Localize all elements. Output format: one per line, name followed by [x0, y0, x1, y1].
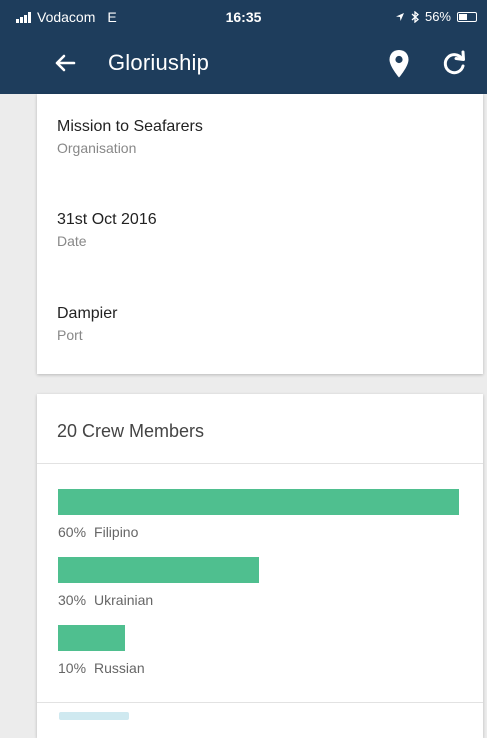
date-value: 31st Oct 2016 — [57, 211, 157, 228]
port-value: Dampier — [57, 305, 118, 322]
bluetooth-icon — [411, 10, 419, 23]
crew-nationality: Filipino — [94, 524, 139, 540]
port-label: Port — [57, 327, 83, 343]
ship-info-card: Mission to Seafarers Organisation 31st O… — [37, 94, 483, 374]
app-bar: Gloriuship — [0, 34, 487, 94]
battery-percent: 56% — [424, 9, 451, 24]
crew-percent: 60% — [58, 524, 87, 540]
crew-card: 20 Crew Members 60% Filipino 30% Ukraini… — [37, 394, 483, 738]
crew-caption-ukrainian: 30% Ukrainian — [58, 592, 153, 608]
port-field: Dampier Port — [57, 303, 117, 345]
crew-caption-russian: 10% Russian — [58, 660, 145, 676]
crew-nationality: Russian — [94, 660, 145, 676]
divider — [37, 702, 483, 703]
organisation-field: Mission to Seafarers Organisation — [57, 116, 203, 158]
crew-percent: 10% — [58, 660, 87, 676]
page-title: Gloriuship — [108, 50, 210, 75]
crew-bar-russian — [58, 625, 125, 651]
map-pin-icon[interactable] — [388, 49, 410, 79]
crew-caption-filipino: 60% Filipino — [58, 524, 138, 540]
battery-fill — [459, 13, 467, 20]
crew-bar-ukrainian — [58, 557, 259, 583]
refresh-icon[interactable] — [440, 50, 468, 78]
crew-nationality: Ukrainian — [94, 592, 154, 608]
divider — [37, 463, 483, 464]
crew-bar-filipino — [58, 489, 459, 515]
date-field: 31st Oct 2016 Date — [57, 209, 157, 251]
date-label: Date — [57, 233, 87, 249]
status-indicators: 56% — [395, 9, 477, 24]
back-arrow-icon[interactable] — [50, 48, 80, 78]
organisation-label: Organisation — [57, 140, 137, 156]
organisation-value: Mission to Seafarers — [57, 118, 203, 135]
battery-icon — [457, 11, 477, 22]
location-arrow-icon — [395, 12, 404, 21]
crew-count-title: 20 Crew Members — [57, 421, 205, 441]
status-bar: Vodacom E 16:35 56% — [0, 0, 487, 34]
crew-percent: 30% — [58, 592, 87, 608]
faded-link[interactable] — [59, 712, 129, 720]
